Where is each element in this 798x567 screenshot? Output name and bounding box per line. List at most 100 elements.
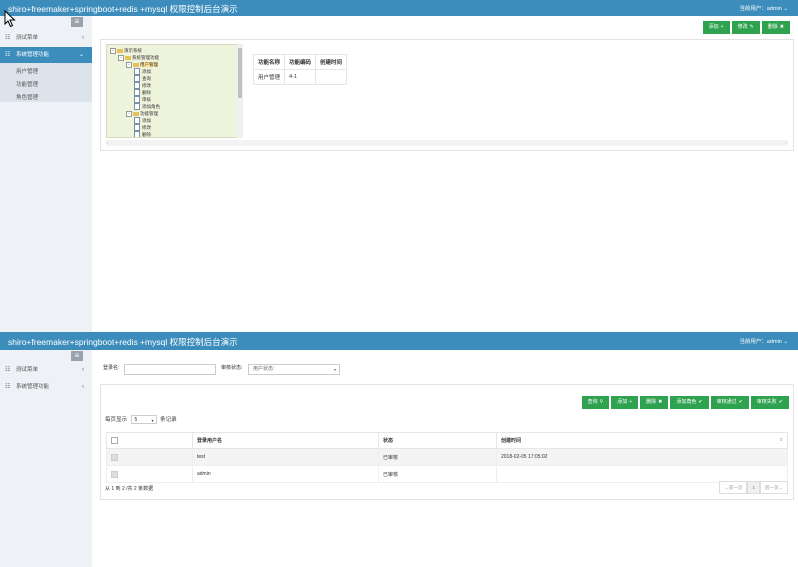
edit-button-label: 修改	[737, 24, 748, 30]
select-all-header	[106, 432, 193, 449]
content-panel: − 演示系统 − 系统管理功能 − 用户管理 添加 查询 修改 删除 审核 添加角色 − 功能管理 添加 修改…	[100, 39, 794, 151]
sidebar-subitem-roles[interactable]: 角色管理	[16, 93, 38, 101]
file-icon	[134, 131, 140, 137]
sidebar-item-system-management[interactable]: ☷ 系统管理功能 ‹	[0, 379, 92, 395]
pagination: ←前一页 1 后一页→	[719, 481, 788, 494]
folder-icon	[133, 62, 139, 67]
reject-button[interactable]: 审核失败 ✔	[750, 396, 789, 409]
column-header: 功能名称	[252, 54, 286, 70]
tree-node[interactable]: 修改	[134, 124, 151, 132]
tree-node[interactable]: 删除	[134, 89, 151, 97]
user-menu[interactable]: 当前用户：admin ⌄	[739, 4, 788, 12]
add-button-label: 添加	[708, 24, 719, 30]
user-menu[interactable]: 当前用户：admin ⌄	[739, 337, 788, 345]
tree-node[interactable]: 查询	[134, 75, 151, 83]
tree-toggle-icon[interactable]: −	[110, 47, 116, 54]
add-role-button[interactable]: 添加角色 ✔	[670, 396, 709, 409]
tree-toggle-icon[interactable]: −	[118, 54, 124, 61]
tree-node-label: 审核	[142, 97, 151, 102]
next-page-button[interactable]: 后一页→	[760, 481, 788, 494]
row-checkbox[interactable]	[111, 470, 118, 478]
add-button-label: 添加	[617, 399, 628, 405]
sidebar-item-system-management[interactable]: ☷ 系统管理功能 ⌄	[0, 47, 92, 63]
check-circle-icon: ✔	[738, 399, 743, 405]
tree-node[interactable]: 审核	[134, 96, 151, 104]
status-filter-label: 审核状态:	[221, 365, 243, 371]
table-row[interactable]: test 已审核 2018-02-05 17:05:02	[106, 448, 788, 466]
table-cell-created: 2018-02-05 17:05:02	[496, 448, 788, 466]
page-length-suffix: 条记录	[160, 417, 177, 423]
user-table: 登录用户名 状态 创建时间 ⇕ test 已审核 2018-02-05 17:05:02 ad…	[106, 432, 788, 483]
column-header[interactable]: 登录用户名	[192, 432, 379, 449]
approve-button-label: 审核通过	[716, 399, 737, 405]
tree-node-label: 功能管理	[140, 111, 158, 116]
tree-node[interactable]: − 演示系统	[110, 47, 142, 54]
app-title: shiro+freemaker+springboot+redis +mysql …	[8, 4, 238, 14]
table-header-row: 登录用户名 状态 创建时间 ⇕	[106, 432, 788, 449]
tree-node[interactable]: 修改	[134, 82, 151, 90]
login-name-input[interactable]	[124, 364, 216, 375]
role-function-screen: shiro+freemaker+springboot+redis +mysql …	[0, 0, 798, 332]
table-cell	[315, 69, 348, 85]
tree-node[interactable]: 删除	[134, 131, 151, 137]
scroll-left-icon[interactable]: ‹	[107, 140, 108, 145]
table-row[interactable]: admin 已审核	[106, 465, 788, 483]
submenu: 用户管理 功能管理 角色管理	[0, 63, 92, 102]
tree-node[interactable]: 添加角色	[134, 103, 160, 111]
column-header-label: 登录用户名	[197, 438, 223, 444]
tree-toggle-icon[interactable]: −	[126, 110, 132, 117]
hamburger-icon[interactable]: ≡	[71, 351, 83, 361]
edit-button[interactable]: 修改 ✎	[731, 21, 760, 34]
tree-node[interactable]: − 系统管理功能	[118, 54, 159, 61]
select-all-checkbox[interactable]	[111, 437, 118, 444]
sidebar-subitem-functions[interactable]: 功能管理	[16, 80, 38, 88]
horizontal-scrollbar[interactable]: ‹ ›	[106, 140, 788, 146]
chevron-down-icon: ⌄	[783, 6, 788, 12]
tree-node-label: 用户管理	[140, 62, 158, 67]
check-circle-icon: ✔	[698, 399, 703, 405]
column-header-label: 状态	[383, 438, 394, 444]
scrollbar-thumb[interactable]	[238, 48, 242, 98]
page-length-select[interactable]: 5 ▾	[130, 415, 157, 425]
tree-node-label: 查询	[142, 76, 151, 81]
tree-node[interactable]: 添加	[134, 117, 151, 125]
table-cell-username: admin	[192, 465, 379, 483]
top-navbar: shiro+freemaker+springboot+redis +mysql …	[0, 332, 798, 350]
caret-down-icon: ▾	[333, 367, 336, 372]
column-header[interactable]: 创建时间 ⇕	[496, 432, 788, 449]
tree-node-label: 删除	[142, 90, 151, 95]
table-info: 从 1 到 2 /共 2 条数据	[105, 486, 154, 492]
column-header-label: 创建时间	[501, 438, 522, 444]
add-button[interactable]: 添加 +	[702, 21, 730, 34]
tree-node[interactable]: − 功能管理	[126, 110, 158, 117]
tree-toggle-icon[interactable]: −	[126, 61, 132, 68]
status-select[interactable]: 用户状态: ▾	[248, 364, 340, 375]
sort-icon[interactable]: ⇕	[779, 437, 783, 443]
folder-icon	[125, 55, 131, 60]
mouse-cursor-icon	[4, 10, 16, 28]
delete-button[interactable]: 删除 ✖	[640, 396, 669, 409]
add-button[interactable]: 添加 +	[611, 396, 639, 409]
tree-node-label: 修改	[142, 83, 151, 88]
tree-scrollbar[interactable]	[237, 44, 243, 138]
tree-node[interactable]: − 用户管理	[126, 61, 158, 68]
function-tree[interactable]: − 演示系统 − 系统管理功能 − 用户管理 添加 查询 修改 删除 审核 添加角色 − 功能管理 添加 修改…	[106, 44, 239, 138]
tree-node-label: 添加	[142, 69, 151, 74]
delete-button[interactable]: 删除 ✖	[761, 21, 790, 34]
plus-icon: +	[720, 24, 724, 30]
prev-page-button[interactable]: ←前一页	[719, 481, 748, 494]
table-row[interactable]: 用户管理 4-1	[252, 69, 348, 85]
sidebar-subitem-users[interactable]: 用户管理	[16, 67, 38, 75]
sidebar-item-test-menu[interactable]: ☷ 测试菜单 ‹	[0, 30, 92, 46]
page-1-button[interactable]: 1	[747, 481, 760, 494]
column-header[interactable]: 状态	[378, 432, 497, 449]
approve-button[interactable]: 审核通过 ✔	[710, 396, 749, 409]
sidebar-item-test-menu[interactable]: ☷ 测试菜单 ‹	[0, 362, 92, 378]
hamburger-icon[interactable]: ≡	[71, 17, 83, 27]
row-checkbox[interactable]	[111, 453, 118, 461]
scroll-right-icon[interactable]: ›	[786, 140, 787, 145]
row-select-cell	[106, 448, 193, 466]
chevron-down-icon: ⌄	[783, 339, 788, 345]
tree-node[interactable]: 添加	[134, 68, 151, 76]
query-button[interactable]: 查询 ⚲	[581, 396, 610, 409]
